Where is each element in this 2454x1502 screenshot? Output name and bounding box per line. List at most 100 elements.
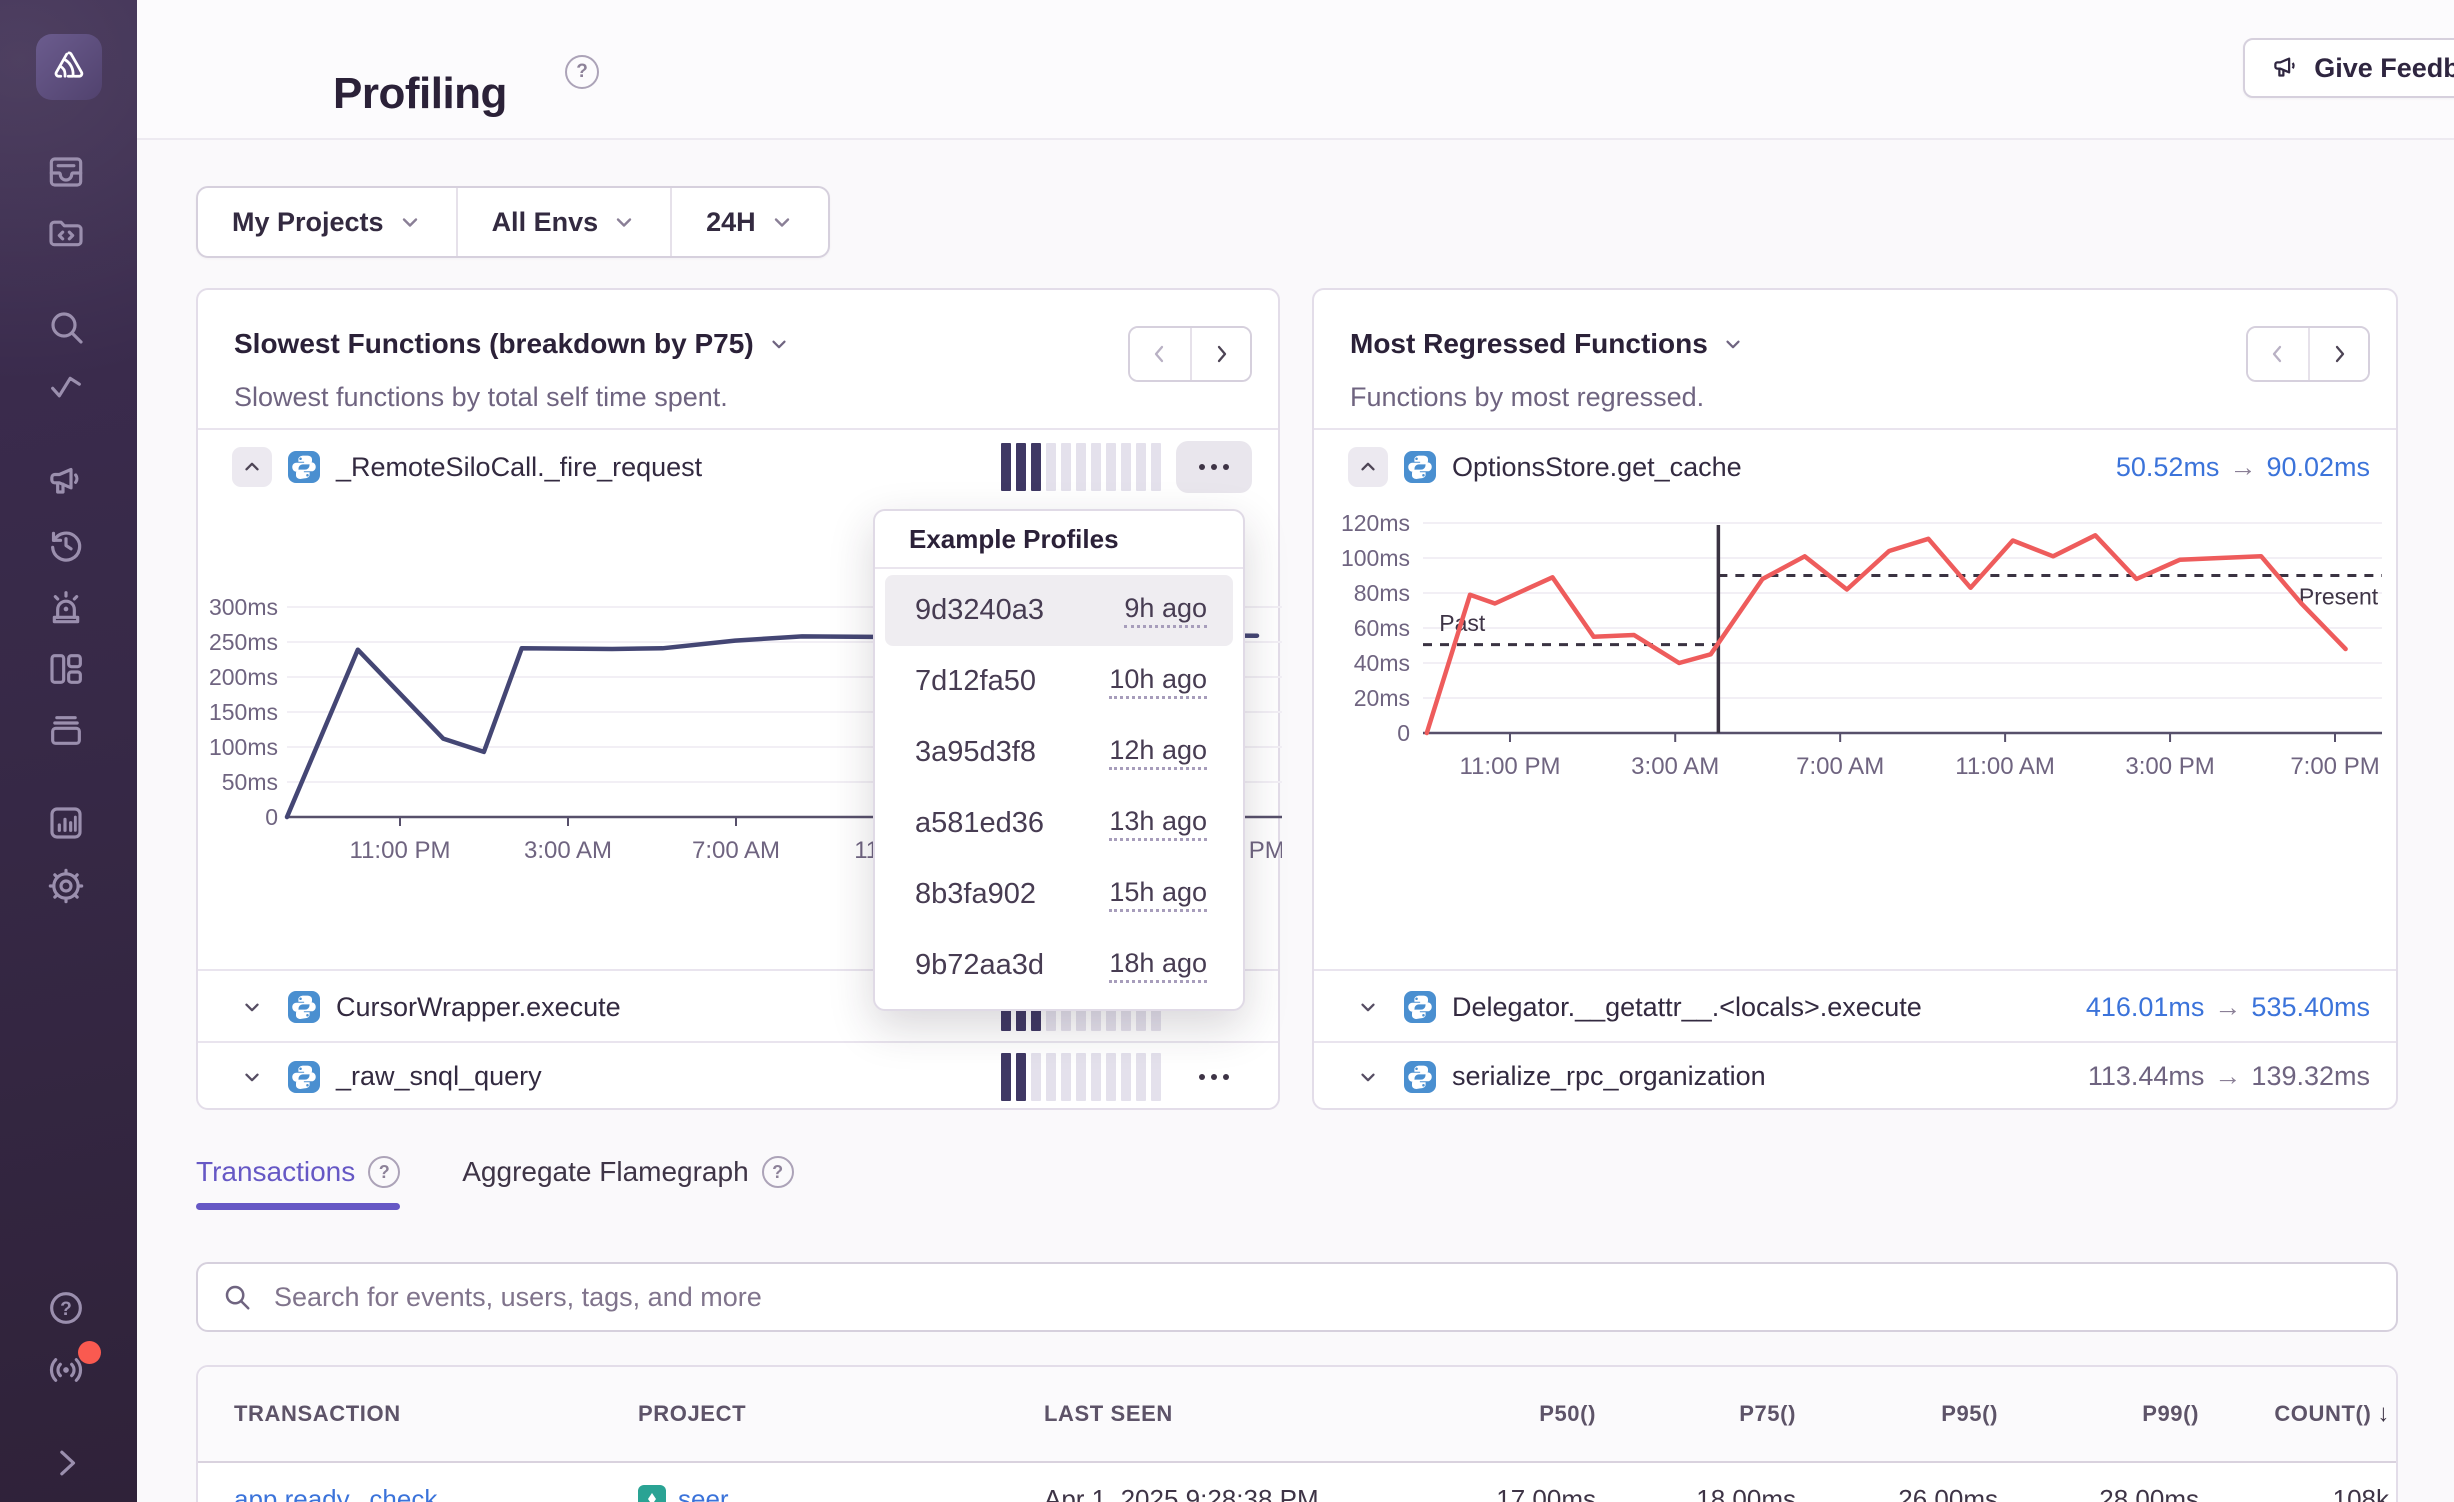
sidebar-item-alerts[interactable] <box>45 586 87 628</box>
duration-before[interactable]: 50.52ms <box>2116 452 2220 482</box>
profile-age-link[interactable]: 10h ago <box>1109 664 1207 699</box>
sidebar-item-search[interactable] <box>45 306 87 348</box>
sidebar-item-feedback[interactable] <box>45 461 87 503</box>
profile-item[interactable]: a581ed36 13h ago <box>885 788 1233 859</box>
duration-before[interactable]: 416.01ms <box>2086 992 2205 1022</box>
profile-item[interactable]: 8b3fa902 15h ago <box>885 859 1233 930</box>
python-icon <box>1388 991 1436 1023</box>
profile-age-link[interactable]: 15h ago <box>1109 877 1207 912</box>
regressed-functions-header: Most Regressed Functions Functions by mo… <box>1314 290 2396 430</box>
environment-filter[interactable]: All Envs <box>458 188 671 256</box>
profile-item[interactable]: 3a95d3f8 12h ago <box>885 717 1233 788</box>
expand-row-button[interactable] <box>1348 1057 1388 1097</box>
sidebar-item-collapse[interactable] <box>45 1442 87 1484</box>
svg-text:20ms: 20ms <box>1354 685 1410 711</box>
more-options-button[interactable] <box>1176 441 1252 493</box>
duration-after: 139.32ms <box>2251 1061 2370 1091</box>
profile-id[interactable]: 3a95d3f8 <box>915 736 1036 769</box>
last-seen-cell: Apr 1, 2025 9:28:38 PM <box>1044 1463 1319 1502</box>
search-input[interactable] <box>196 1262 2398 1332</box>
profile-item[interactable]: 9d3240a3 9h ago <box>885 575 1233 646</box>
svg-text:11:00 PM: 11:00 PM <box>350 837 451 864</box>
profile-id[interactable]: 8b3fa902 <box>915 878 1036 911</box>
column-header-p99[interactable]: P99() <box>2142 1367 2199 1461</box>
prev-page-button[interactable] <box>1130 328 1190 380</box>
chevron-down-icon <box>612 210 636 234</box>
profile-id[interactable]: 9d3240a3 <box>915 594 1044 627</box>
profile-item[interactable]: 9b72aa3d 18h ago <box>885 930 1233 1001</box>
date-range-filter[interactable]: 24H <box>672 188 828 256</box>
python-icon <box>1388 451 1436 483</box>
svg-text:0: 0 <box>1397 720 1410 746</box>
sidebar-item-settings[interactable] <box>45 865 87 907</box>
help-icon: ? <box>46 1288 86 1328</box>
regression-values[interactable]: 416.01ms→535.40ms <box>2086 992 2370 1023</box>
collapse-row-button[interactable] <box>1348 447 1388 487</box>
column-header-transaction[interactable]: TRANSACTION <box>234 1367 401 1461</box>
aggregate-flamegraph-help-icon[interactable]: ? <box>762 1156 794 1188</box>
profile-age-link[interactable]: 13h ago <box>1109 806 1207 841</box>
sidebar-item-explore[interactable] <box>45 212 87 254</box>
profile-id[interactable]: 7d12fa50 <box>915 665 1036 698</box>
column-header-p50[interactable]: P50() <box>1539 1367 1596 1461</box>
profile-age-link[interactable]: 18h ago <box>1109 948 1207 983</box>
broadcast-icon <box>46 1350 86 1390</box>
function-name[interactable]: CursorWrapper.execute <box>336 992 621 1023</box>
give-feedback-button[interactable]: Give Feedback <box>2243 38 2454 98</box>
project-filter[interactable]: My Projects <box>198 188 456 256</box>
expand-row-button[interactable] <box>1348 987 1388 1027</box>
column-header-p75[interactable]: P75() <box>1739 1367 1796 1461</box>
sidebar-item-dashboards[interactable] <box>45 648 87 690</box>
function-name[interactable]: serialize_rpc_organization <box>1452 1061 1766 1092</box>
page-help-icon[interactable]: ? <box>565 55 599 89</box>
tab-aggregate-flamegraph[interactable]: Aggregate Flamegraph ? <box>462 1156 793 1188</box>
profile-age-link[interactable]: 9h ago <box>1124 593 1207 628</box>
more-options-button[interactable] <box>1176 1051 1252 1103</box>
sort-desc-icon: ↓ <box>2377 1400 2390 1428</box>
column-header-lastseen[interactable]: LAST SEEN <box>1044 1367 1173 1461</box>
svg-text:80ms: 80ms <box>1354 580 1410 606</box>
search-bar <box>196 1262 2398 1332</box>
regressed-functions-title[interactable]: Most Regressed Functions <box>1350 328 1744 360</box>
sidebar-item-traces[interactable] <box>45 369 87 411</box>
top-bar: Profiling ? Give Feedback <box>137 0 2454 140</box>
duration-after[interactable]: 535.40ms <box>2251 992 2370 1022</box>
prev-page-button[interactable] <box>2248 328 2308 380</box>
sentry-logo[interactable] <box>36 34 102 100</box>
transactions-help-icon[interactable]: ? <box>368 1156 400 1188</box>
tab-transactions[interactable]: Transactions ? <box>196 1156 400 1188</box>
profile-item[interactable]: 7d12fa50 10h ago <box>885 646 1233 717</box>
sidebar-item-stats[interactable] <box>45 802 87 844</box>
transaction-link[interactable]: app.ready._check <box>234 1463 437 1502</box>
sidebar-item-help[interactable]: ? <box>45 1287 87 1329</box>
function-name[interactable]: _raw_snql_query <box>336 1061 542 1092</box>
project-name[interactable]: seer <box>678 1484 729 1502</box>
project-cell[interactable]: seer <box>638 1463 729 1502</box>
profile-age-link[interactable]: 12h ago <box>1109 735 1207 770</box>
regression-values[interactable]: 50.52ms→90.02ms <box>2116 452 2370 483</box>
sidebar-item-releases[interactable] <box>45 709 87 751</box>
column-header-p95[interactable]: P95() <box>1941 1367 1998 1461</box>
column-header-project[interactable]: PROJECT <box>638 1367 746 1461</box>
function-sparkline <box>1001 443 1161 491</box>
sidebar-item-issues[interactable] <box>45 151 87 193</box>
table-row[interactable]: app.ready._checkseer Apr 1, 2025 9:28:38 … <box>198 1463 2396 1502</box>
function-name[interactable]: Delegator.__getattr__.<locals>.execute <box>1452 992 1922 1023</box>
sidebar-item-replays[interactable] <box>45 524 87 566</box>
project-icon <box>638 1485 666 1502</box>
sidebar-item-broadcast[interactable] <box>45 1349 87 1391</box>
expand-row-button[interactable] <box>232 987 272 1027</box>
next-page-button[interactable] <box>2308 328 2368 380</box>
next-page-button[interactable] <box>1190 328 1250 380</box>
collapse-row-button[interactable] <box>232 447 272 487</box>
profile-id[interactable]: 9b72aa3d <box>915 949 1044 982</box>
duration-after[interactable]: 90.02ms <box>2266 452 2370 482</box>
profile-id[interactable]: a581ed36 <box>915 807 1044 840</box>
column-header-count[interactable]: COUNT()↓ <box>2274 1367 2390 1461</box>
sidebar: ? <box>0 0 137 1502</box>
slowest-functions-title[interactable]: Slowest Functions (breakdown by P75) <box>234 328 790 360</box>
function-name[interactable]: _RemoteSiloCall._fire_request <box>336 452 702 483</box>
profiling-page: ? Profiling ? Give Feedback My Projects … <box>0 0 2454 1502</box>
expand-row-button[interactable] <box>232 1057 272 1097</box>
function-name[interactable]: OptionsStore.get_cache <box>1452 452 1742 483</box>
